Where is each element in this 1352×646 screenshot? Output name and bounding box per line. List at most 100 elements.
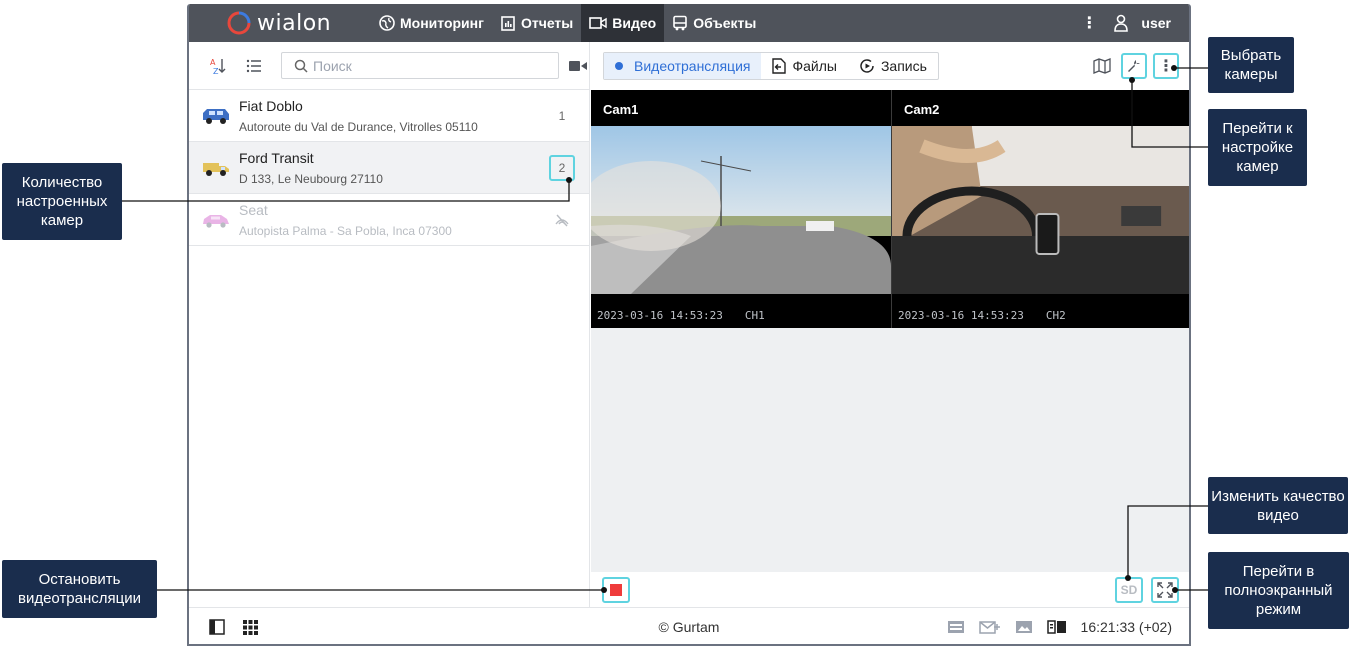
tab-label: Видеотрансляция bbox=[634, 58, 751, 74]
expand-icon bbox=[1157, 581, 1173, 598]
more-icon[interactable]: ⋮ bbox=[1081, 13, 1097, 33]
quality-button[interactable]: SD bbox=[1115, 576, 1143, 603]
wrench-icon bbox=[1128, 60, 1140, 72]
search-icon bbox=[294, 59, 308, 73]
nav-objects[interactable]: Объекты bbox=[664, 4, 764, 42]
video-toolbar: Видеотрансляция Файлы Запись ⋮ bbox=[591, 42, 1189, 90]
fullscreen-button[interactable] bbox=[1151, 576, 1179, 603]
callout-camera-settings: Перейти к настройке камер bbox=[1208, 109, 1307, 186]
unit-address: Autoroute du Val de Durance, Vitrolles 0… bbox=[239, 119, 478, 134]
callout-change-quality: Изменить качество видео bbox=[1208, 477, 1348, 534]
units-panel: AZ Поиск Fiat Doblo Autoroute du Val de bbox=[189, 42, 590, 607]
road-scene-image bbox=[591, 126, 891, 294]
footer-right: 16:21:33 (+02) bbox=[947, 619, 1172, 635]
video-label: Cam2 bbox=[904, 102, 940, 117]
video-icon bbox=[589, 16, 607, 30]
nav-video[interactable]: Видео bbox=[581, 4, 665, 42]
video-label: Cam1 bbox=[603, 102, 639, 117]
user-icon[interactable] bbox=[1113, 14, 1129, 32]
search-placeholder: Поиск bbox=[313, 57, 352, 74]
no-connection-icon bbox=[549, 207, 575, 233]
camera-count: 2 bbox=[549, 154, 575, 181]
unit-row-fiat-doblo[interactable]: Fiat Doblo Autoroute du Val de Durance, … bbox=[189, 90, 589, 142]
record-icon bbox=[859, 58, 875, 74]
video-tabs: Видеотрансляция Файлы Запись bbox=[603, 52, 939, 80]
copyright: © Gurtam bbox=[658, 619, 720, 635]
topbar-right: ⋮ user bbox=[1081, 13, 1171, 33]
report-icon bbox=[500, 15, 516, 31]
video-player-cam2[interactable]: Cam2 2023-03-16 14:53:23 CH2 bbox=[891, 90, 1189, 328]
svg-text:Z: Z bbox=[213, 67, 219, 75]
stop-stream-button[interactable] bbox=[602, 576, 630, 603]
car-icon bbox=[201, 211, 235, 229]
list-icon[interactable] bbox=[243, 55, 265, 77]
video-grid: Cam1 2023-03-16 14:53:23 CH1 Cam2 2023-0… bbox=[591, 90, 1189, 328]
video-timestamp: 2023-03-16 14:53:23 CH1 bbox=[597, 309, 765, 322]
unit-name: Ford Transit bbox=[239, 149, 314, 166]
bus-icon bbox=[672, 15, 688, 31]
callout-camera-count: Количество настроенных камер bbox=[2, 163, 122, 240]
tab-record[interactable]: Запись bbox=[848, 53, 938, 79]
units-toolbar: AZ Поиск bbox=[189, 42, 589, 90]
notifications-icon[interactable] bbox=[947, 620, 965, 634]
unit-address: D 133, Le Neubourg 27110 bbox=[239, 171, 383, 186]
wialon-app: wialon Мониторинг Отчеты Видео Объекты ⋮… bbox=[187, 4, 1191, 646]
camera-settings-button[interactable] bbox=[1121, 53, 1147, 79]
unit-row-seat[interactable]: Seat Autopista Palma - Sa Pobla, Inca 07… bbox=[189, 194, 589, 246]
truck-icon bbox=[201, 158, 235, 178]
footer: © Gurtam 16:21:33 (+02) bbox=[189, 607, 1189, 644]
playback-right: SD bbox=[1107, 576, 1179, 603]
sort-az-icon[interactable]: AZ bbox=[207, 55, 229, 77]
nav-monitoring[interactable]: Мониторинг bbox=[371, 4, 492, 42]
wialon-logo-icon bbox=[227, 11, 251, 35]
tab-label: Файлы bbox=[792, 58, 837, 74]
camera-count: 1 bbox=[558, 108, 566, 123]
car-interior-image bbox=[892, 126, 1189, 294]
channel-text: CH1 bbox=[744, 309, 765, 322]
nav-video-label: Видео bbox=[612, 15, 657, 31]
unit-name: Fiat Doblo bbox=[239, 97, 303, 114]
layout-icon[interactable] bbox=[1046, 620, 1067, 634]
apps-grid-icon[interactable] bbox=[243, 619, 258, 635]
main-nav: Мониторинг Отчеты Видео Объекты bbox=[371, 4, 764, 42]
car-icon bbox=[201, 106, 235, 126]
top-bar: wialon Мониторинг Отчеты Видео Объекты ⋮… bbox=[189, 4, 1189, 42]
nav-objects-label: Объекты bbox=[693, 15, 757, 31]
playback-controls: SD bbox=[591, 572, 1189, 607]
nav-monitoring-label: Мониторинг bbox=[400, 15, 484, 31]
unit-name: Seat bbox=[239, 201, 268, 218]
select-cameras-button[interactable]: ⋮ bbox=[1153, 53, 1179, 79]
panel-toggle-icon[interactable] bbox=[209, 619, 225, 635]
globe-icon bbox=[379, 15, 395, 31]
nav-reports-label: Отчеты bbox=[520, 15, 574, 31]
svg-text:A: A bbox=[210, 58, 216, 67]
more-vertical-icon: ⋮ bbox=[1158, 58, 1174, 75]
channel-text: CH2 bbox=[1045, 309, 1066, 322]
messages-icon[interactable] bbox=[978, 620, 1001, 634]
clock: 16:21:33 (+02) bbox=[1080, 619, 1172, 635]
search-input[interactable]: Поиск bbox=[281, 52, 559, 79]
logo-text: wialon bbox=[257, 10, 332, 36]
tab-files[interactable]: Файлы bbox=[761, 53, 847, 79]
unit-row-ford-transit[interactable]: Ford Transit D 133, Le Neubourg 27110 2 bbox=[189, 142, 589, 194]
footer-left bbox=[209, 619, 276, 635]
camera-filter-icon[interactable] bbox=[569, 60, 587, 72]
callout-stop-stream: Остановить видеотрансляции bbox=[2, 560, 157, 618]
map-icon[interactable] bbox=[1089, 53, 1115, 79]
callout-select-cameras: Выбрать камеры bbox=[1208, 37, 1294, 93]
stop-icon bbox=[610, 583, 622, 596]
video-player-cam1[interactable]: Cam1 2023-03-16 14:53:23 CH1 bbox=[591, 90, 891, 328]
video-tools: ⋮ bbox=[1083, 53, 1179, 79]
nav-reports[interactable]: Отчеты bbox=[492, 4, 581, 42]
tab-label: Запись bbox=[880, 58, 927, 74]
timestamp-text: 2023-03-16 14:53:23 bbox=[898, 309, 1024, 322]
tab-live-stream[interactable]: Видеотрансляция bbox=[604, 53, 762, 79]
gallery-icon[interactable] bbox=[1015, 620, 1033, 634]
timestamp-text: 2023-03-16 14:53:23 bbox=[597, 309, 723, 322]
logo[interactable]: wialon bbox=[227, 11, 357, 36]
file-import-icon bbox=[772, 58, 787, 74]
video-panel: Видеотрансляция Файлы Запись ⋮ Cam1 2023… bbox=[591, 42, 1189, 607]
live-dot-icon bbox=[615, 62, 623, 70]
video-timestamp: 2023-03-16 14:53:23 CH2 bbox=[898, 309, 1066, 322]
user-name[interactable]: user bbox=[1141, 15, 1171, 31]
